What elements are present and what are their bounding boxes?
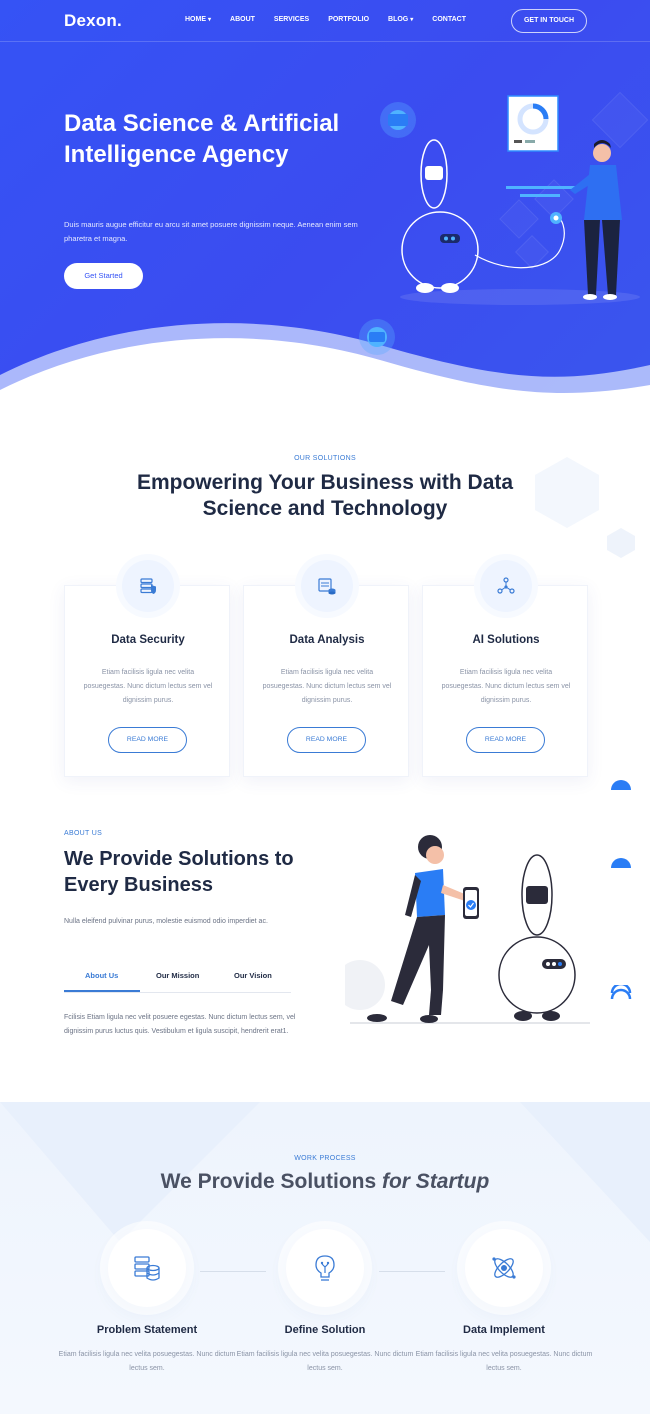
- hero-illustration: [380, 95, 640, 305]
- step-icon-circle: [465, 1229, 543, 1307]
- site-logo[interactable]: Dexon.: [64, 11, 122, 31]
- solution-card-data-security: Data Security Etiam facilisis ligula nec…: [64, 560, 230, 777]
- hero-description: Duis mauris augue efficitur eu arcu sit …: [64, 220, 358, 243]
- database-shield-icon: [140, 578, 156, 594]
- read-more-button[interactable]: READ MORE: [466, 727, 545, 753]
- solution-card-data-analysis: Data Analysis Etiam facilisis ligula nec…: [243, 560, 409, 777]
- atom-network-icon: [492, 1257, 516, 1279]
- step-connector: [200, 1271, 266, 1272]
- card-title: AI Solutions: [472, 634, 540, 646]
- step-icon-circle: [286, 1229, 364, 1307]
- process-title: We Provide Solutions for Startup: [160, 1170, 490, 1193]
- tab-our-mission[interactable]: Our Mission: [156, 971, 199, 980]
- card-icon-ring: [301, 560, 353, 612]
- nav-item-about[interactable]: ABOUT: [230, 16, 255, 23]
- about-tabs: About Us Our Mission Our Vision: [64, 965, 291, 993]
- tab-our-vision[interactable]: Our Vision: [234, 971, 272, 980]
- chevron-down-icon: ▾: [410, 17, 414, 23]
- hexagon-decoration-icon: [607, 528, 635, 558]
- top-navbar: Dexon. HOME ▾ ABOUT SERVICES PORTFOLIO BL…: [0, 0, 650, 42]
- step-icon-circle: [108, 1229, 186, 1307]
- tab-about-us[interactable]: About Us: [85, 971, 118, 980]
- nav-item-portfolio[interactable]: PORTFOLIO: [328, 16, 369, 23]
- step-connector: [379, 1271, 445, 1272]
- ai-network-icon: [497, 577, 515, 594]
- tab-content-text: Fcilisis Etiam ligula nec velit posuere …: [64, 1014, 296, 1035]
- floating-bubble-icon: [359, 319, 395, 355]
- card-icon-ring: [480, 560, 532, 612]
- get-started-button[interactable]: Get Started: [64, 263, 143, 289]
- step-title: Data Implement: [463, 1324, 545, 1336]
- main-menu: HOME ▾ ABOUT SERVICES PORTFOLIO BLOG ▾ CON…: [185, 16, 485, 23]
- solution-card-ai-solutions: AI Solutions Etiam facilisis ligula nec …: [422, 560, 588, 777]
- get-in-touch-button[interactable]: GET IN TOUCH: [511, 9, 587, 33]
- nav-item-services[interactable]: SERVICES: [274, 16, 309, 23]
- card-title: Data Security: [111, 634, 185, 646]
- step-text: Etiam facilisis ligula nec velita posueg…: [58, 1351, 236, 1372]
- about-eyebrow: ABOUT US: [64, 830, 103, 837]
- card-text: Etiam facilisis ligula nec velita posueg…: [83, 669, 213, 704]
- card-text: Etiam facilisis ligula nec velita posueg…: [262, 669, 392, 704]
- step-text: Etiam facilisis ligula nec velita posueg…: [415, 1351, 593, 1372]
- step-text: Etiam facilisis ligula nec velita posueg…: [236, 1351, 414, 1372]
- step-title: Define Solution: [284, 1324, 366, 1336]
- lightbulb-circuit-icon: [315, 1255, 335, 1281]
- card-title: Data Analysis: [289, 634, 365, 646]
- about-description: Nulla eleifend pulvinar purus, molestie …: [64, 918, 268, 925]
- data-analysis-icon: [318, 578, 336, 595]
- card-icon-ring: [122, 560, 174, 612]
- nav-item-home[interactable]: HOME ▾: [185, 16, 211, 23]
- read-more-button[interactable]: READ MORE: [287, 727, 366, 753]
- read-more-button[interactable]: READ MORE: [108, 727, 187, 753]
- server-database-icon: [134, 1256, 160, 1281]
- active-tab-indicator: [64, 990, 140, 992]
- floating-shape-icon: [611, 780, 631, 790]
- hero-wave-divider: [0, 323, 650, 410]
- chevron-down-icon: ▾: [208, 17, 212, 23]
- hexagon-decoration-icon: [535, 457, 599, 528]
- hero-section: Dexon. HOME ▾ ABOUT SERVICES PORTFOLIO BL…: [0, 0, 650, 410]
- floating-shape-icon: [610, 985, 632, 1000]
- about-title: We Provide Solutions to Every Business: [64, 848, 294, 896]
- nav-item-blog[interactable]: BLOG ▾: [388, 16, 413, 23]
- card-text: Etiam facilisis ligula nec velita posueg…: [441, 669, 571, 704]
- process-eyebrow: WORK PROCESS: [294, 1155, 356, 1162]
- hero-title: Data Science & Artificial Intelligence A…: [64, 110, 340, 168]
- step-title: Problem Statement: [96, 1324, 198, 1336]
- solutions-title: Empowering Your Business with Data Scien…: [136, 471, 514, 520]
- about-illustration: [345, 835, 590, 1024]
- nav-item-contact[interactable]: CONTACT: [432, 16, 466, 23]
- floating-shape-icon: [611, 858, 631, 868]
